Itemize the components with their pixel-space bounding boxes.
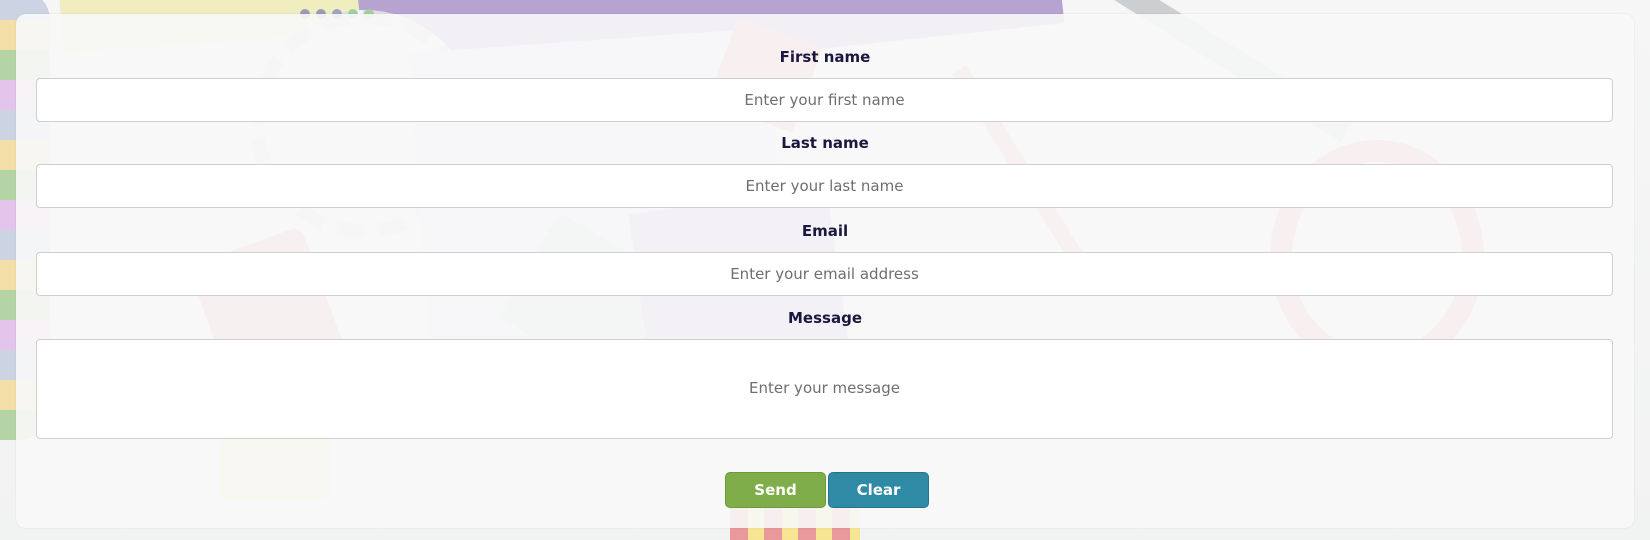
email-input[interactable] xyxy=(36,252,1613,296)
last-name-label: Last name xyxy=(781,134,869,152)
send-button[interactable]: Send xyxy=(725,472,826,508)
first-name-label: First name xyxy=(779,48,871,66)
clear-button[interactable]: Clear xyxy=(828,472,929,508)
email-label: Email xyxy=(801,222,849,240)
first-name-input[interactable] xyxy=(36,78,1613,122)
contact-form: First name Last name Email Message Send … xyxy=(16,14,1634,528)
message-textarea[interactable] xyxy=(36,339,1613,439)
message-label: Message xyxy=(788,309,862,327)
last-name-input[interactable] xyxy=(36,164,1613,208)
